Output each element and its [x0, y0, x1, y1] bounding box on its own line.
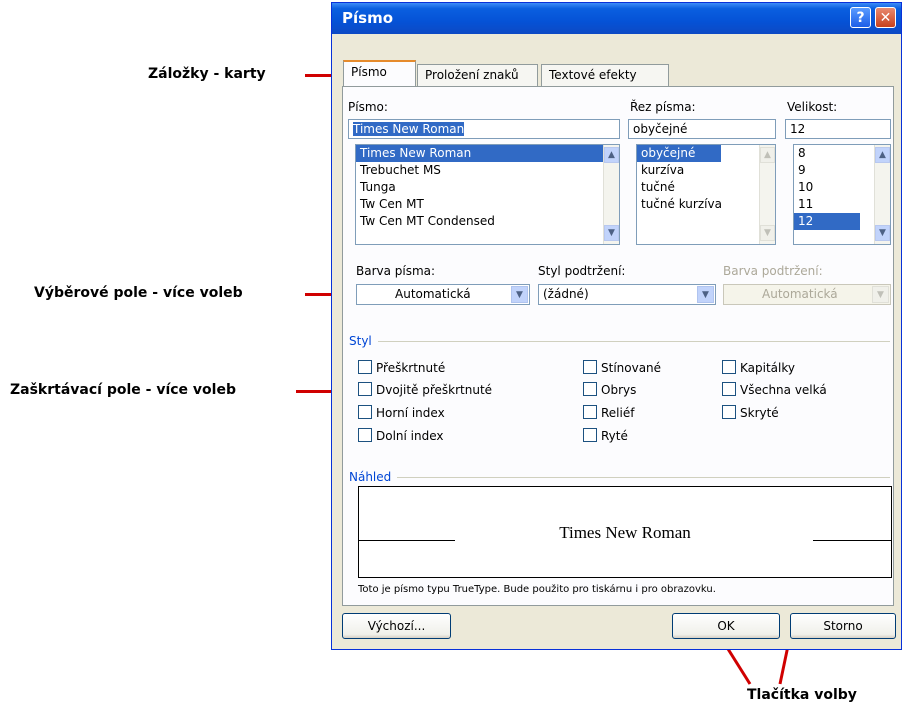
checkbox-box[interactable]: [358, 360, 372, 374]
checkbox-strikethrough[interactable]: Přeškrtnuté: [358, 360, 445, 375]
tab-character-spacing[interactable]: Proložení znaků: [417, 64, 538, 86]
effects-divider: [378, 341, 890, 342]
help-icon: ?: [856, 9, 865, 26]
checkbox-label: Horní index: [376, 406, 445, 420]
tab-text-effects[interactable]: Textové efekty: [541, 64, 669, 86]
help-button[interactable]: ?: [850, 7, 871, 28]
scroll-down-icon[interactable]: ▼: [875, 225, 890, 241]
chevron-down-icon[interactable]: ▼: [697, 286, 714, 303]
checkbox-label: Skryté: [740, 406, 779, 420]
preview-sample-text: Times New Roman: [559, 523, 691, 542]
preview-note: Toto je písmo typu TrueType. Bude použit…: [358, 584, 716, 595]
checkbox-box[interactable]: [358, 428, 372, 442]
checkbox-box[interactable]: [358, 405, 372, 419]
checkbox-box[interactable]: [583, 382, 597, 396]
preview-baseline-right: [813, 540, 891, 541]
checkbox-label: Dolní index: [376, 429, 444, 443]
font-style-list[interactable]: obyčejné kurzíva tučné tučné kurzíva ▲ ▼: [636, 144, 776, 245]
font-label: Písmo:: [348, 100, 388, 114]
checkbox-box[interactable]: [722, 382, 736, 396]
font-name-value: Times New Roman: [353, 122, 465, 136]
cancel-button[interactable]: Storno: [790, 613, 896, 639]
checkbox-box[interactable]: [583, 405, 597, 419]
size-field[interactable]: 12: [785, 119, 891, 139]
underline-color-label: Barva podtržení:: [723, 264, 823, 278]
checkbox-all-caps[interactable]: Všechna velká: [722, 382, 827, 397]
close-icon: ✕: [879, 9, 892, 26]
checkbox-label: Stínované: [601, 361, 662, 375]
scroll-up-icon[interactable]: ▲: [604, 147, 619, 163]
size-list-scrollbar[interactable]: ▲ ▼: [874, 145, 890, 244]
list-item[interactable]: Tw Cen MT: [356, 196, 619, 213]
scroll-down-icon[interactable]: ▼: [604, 225, 619, 241]
checkbox-engrave[interactable]: Ryté: [583, 428, 628, 443]
font-list[interactable]: Times New Roman Trebuchet MS Tunga Tw Ce…: [355, 144, 620, 245]
underline-style-value: (žádné): [543, 287, 589, 301]
checkbox-label: Ryté: [601, 429, 628, 443]
ok-button[interactable]: OK: [672, 613, 780, 639]
checkbox-small-caps[interactable]: Kapitálky: [722, 360, 795, 375]
underline-color-value: Automatická: [762, 287, 838, 301]
scroll-up-icon[interactable]: ▲: [760, 147, 775, 163]
checkbox-label: Obrys: [601, 383, 637, 397]
font-list-scrollbar[interactable]: ▲ ▼: [603, 145, 619, 244]
font-style-field[interactable]: obyčejné: [628, 119, 776, 139]
checkbox-label: Všechna velká: [740, 383, 827, 397]
checkbox-label: Dvojitě přeškrtnuté: [376, 383, 493, 397]
list-item[interactable]: Trebuchet MS: [356, 162, 619, 179]
checkbox-box[interactable]: [722, 360, 736, 374]
effects-group-label: Styl: [349, 334, 372, 348]
checkbox-outline[interactable]: Obrys: [583, 382, 636, 397]
checkbox-label: Přeškrtnuté: [376, 361, 446, 375]
checkbox-emboss[interactable]: Reliéf: [583, 405, 634, 420]
list-item[interactable]: 12: [794, 213, 860, 230]
checkbox-double-strikethrough[interactable]: Dvojitě přeškrtnuté: [358, 382, 492, 397]
tab-font[interactable]: Písmo: [343, 60, 416, 87]
font-style-scrollbar[interactable]: ▲ ▼: [759, 145, 775, 244]
underline-style-select[interactable]: (žádné) ▼: [538, 284, 716, 305]
checkbox-subscript[interactable]: Dolní index: [358, 428, 444, 443]
list-item[interactable]: kurzíva: [637, 162, 775, 179]
size-list[interactable]: 8 9 10 11 12 ▲ ▼: [793, 144, 891, 245]
title-bar[interactable]: Písmo ? ✕: [332, 3, 901, 34]
dialog-title: Písmo: [342, 9, 393, 27]
font-color-value: Automatická: [395, 287, 471, 301]
list-item[interactable]: tučné kurzíva: [637, 196, 775, 213]
chevron-down-icon[interactable]: ▼: [511, 286, 528, 303]
list-item[interactable]: obyčejné: [637, 145, 721, 162]
checkbox-shadow[interactable]: Stínované: [583, 360, 661, 375]
checkbox-label: Reliéf: [601, 406, 635, 420]
checkbox-box[interactable]: [358, 382, 372, 396]
font-color-label: Barva písma:: [356, 264, 436, 278]
preview-box: Times New Roman: [358, 486, 892, 578]
default-button[interactable]: Výchozí...: [342, 613, 451, 639]
font-color-select[interactable]: Automatická ▼: [356, 284, 530, 305]
underline-color-select[interactable]: Automatická ▼: [723, 284, 891, 305]
checkbox-box[interactable]: [583, 428, 597, 442]
close-button[interactable]: ✕: [875, 7, 896, 28]
scroll-up-icon[interactable]: ▲: [875, 147, 890, 163]
annotation-dropdowns-label: Výběrové pole - více voleb: [34, 285, 243, 301]
annotation-checkboxes-label: Zaškrtávací pole - více voleb: [10, 382, 236, 398]
list-item[interactable]: tučné: [637, 179, 775, 196]
checkbox-label: Kapitálky: [740, 361, 795, 375]
chevron-down-icon[interactable]: ▼: [872, 286, 889, 303]
list-item[interactable]: Tw Cen MT Condensed: [356, 213, 619, 230]
font-style-label: Řez písma:: [630, 100, 696, 114]
checkbox-superscript[interactable]: Horní index: [358, 405, 445, 420]
underline-style-label: Styl podtržení:: [538, 264, 626, 278]
scroll-down-icon[interactable]: ▼: [760, 225, 775, 241]
annotation-buttons-label: Tlačítka volby: [747, 687, 857, 703]
preview-group-label: Náhled: [349, 470, 392, 484]
list-item[interactable]: Tunga: [356, 179, 619, 196]
checkbox-box[interactable]: [722, 405, 736, 419]
list-item[interactable]: Times New Roman: [356, 145, 619, 162]
checkbox-box[interactable]: [583, 360, 597, 374]
checkbox-hidden[interactable]: Skryté: [722, 405, 779, 420]
font-name-field[interactable]: Times New Roman: [348, 119, 620, 139]
preview-divider: [397, 477, 890, 478]
size-label: Velikost:: [787, 100, 838, 114]
annotation-tabs-label: Záložky - karty: [148, 66, 266, 82]
